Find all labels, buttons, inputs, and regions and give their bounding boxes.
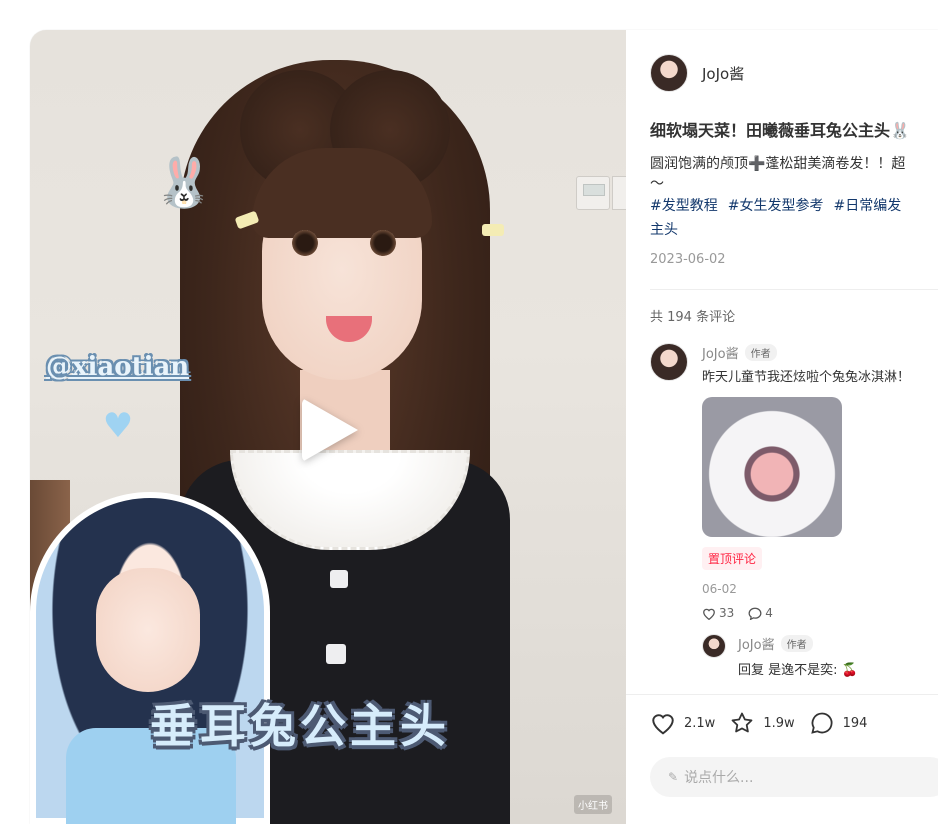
comment-item: JoJo酱 作者 昨天儿童节我还炫啦个兔兔冰淇淋！ 置顶评论 06-02 33 … — [650, 343, 938, 678]
play-icon[interactable] — [302, 398, 358, 462]
note-date: 2023-06-02 — [650, 252, 726, 267]
note-tags: #发型教程 #女生发型参考 #日常编发 主头 — [650, 194, 938, 242]
dress-button — [330, 570, 348, 588]
comment-text: 昨天儿童节我还炫啦个兔兔冰淇淋！ — [702, 370, 911, 385]
reply-author-name[interactable]: JoJo酱 — [738, 634, 775, 653]
avatar[interactable] — [650, 54, 688, 92]
engagement-stats: 2.1w 1.9w 194 — [650, 711, 881, 735]
heart-outline-icon — [652, 714, 674, 735]
inset-face — [96, 568, 200, 692]
subject-eye-left — [292, 230, 318, 256]
tag-link[interactable]: #女生发型参考 — [728, 198, 824, 214]
divider — [650, 289, 938, 290]
note-scroll-area[interactable]: 细软塌天菜！田曦薇垂耳兔公主头🐰 圆润饱满的颅顶➕蓬松甜美滴卷发！！超 ～ #发… — [650, 118, 938, 694]
comment-reply-button[interactable]: 4 — [748, 606, 773, 620]
chat-bubble-icon — [810, 712, 833, 734]
star-outline-icon — [731, 712, 753, 733]
inset-photo — [30, 492, 270, 824]
comment-actions: 33 4 — [702, 606, 938, 620]
comment-input[interactable]: ✎ 说点什么... — [650, 757, 938, 797]
pinned-badge: 置顶评论 — [702, 547, 763, 570]
comment-button[interactable]: 194 — [809, 711, 868, 735]
comment-like-button[interactable]: 33 — [702, 606, 734, 620]
reply-body: 是逸不是奕: 🍒 — [764, 663, 858, 678]
comment-like-count: 33 — [719, 606, 735, 620]
note-description-cont: ～ — [650, 176, 664, 192]
avatar[interactable] — [702, 634, 726, 658]
heart-outline-icon — [703, 608, 715, 620]
reply-author: JoJo酱 作者 — [738, 634, 938, 653]
wall-thermostat — [576, 176, 610, 210]
collect-button[interactable]: 1.9w — [729, 711, 795, 735]
dress-button — [326, 644, 346, 664]
author-info[interactable]: JoJo酱 — [650, 54, 744, 92]
author-badge: 作者 — [780, 635, 813, 652]
comment-reply-count: 4 — [765, 606, 773, 620]
tag-link[interactable]: #发型教程 — [650, 198, 718, 214]
subject-eye-right — [370, 230, 396, 256]
reply-prefix: 回复 — [738, 663, 765, 678]
note-card: 🐰 @xiaotian ♥ 垂耳兔公主头 小红书 JoJo酱 细软塌天菜！田曦薇… — [30, 30, 938, 824]
video-player[interactable]: 🐰 @xiaotian ♥ 垂耳兔公主头 小红书 — [30, 30, 626, 824]
tag-link[interactable]: 主头 — [650, 218, 938, 242]
comment-date: 06-02 — [702, 582, 737, 596]
collect-count: 1.9w — [763, 715, 795, 731]
comment-image[interactable] — [702, 397, 842, 537]
comment-count-footer: 194 — [842, 715, 868, 731]
video-title-overlay: 垂耳兔公主头 — [150, 699, 450, 753]
like-button[interactable]: 2.1w — [650, 711, 715, 735]
reply-text: 回复 是逸不是奕: 🍒 — [738, 659, 938, 678]
comment-count: 共 194 条评论 — [650, 310, 736, 325]
chat-bubble-icon — [748, 607, 762, 620]
wall-switch — [612, 176, 626, 210]
heart-emoji: ♥ — [102, 406, 134, 446]
rabbit-emoji: 🐰 — [154, 155, 214, 211]
comment-author: JoJo酱 作者 — [702, 343, 938, 362]
reply-item: JoJo酱 作者 回复 是逸不是奕: 🍒 — [702, 634, 938, 678]
author-badge: 作者 — [744, 344, 777, 361]
comment-input-placeholder: 说点什么... — [684, 770, 754, 786]
note-description: 圆润饱满的颅顶➕蓬松甜美滴卷发！！超 — [650, 156, 906, 172]
tag-link[interactable]: #日常编发 — [833, 198, 901, 214]
video-handle-text: @xiaotian — [46, 352, 190, 382]
avatar[interactable] — [650, 343, 688, 381]
hair-bow-right — [482, 224, 504, 236]
comment-author-name[interactable]: JoJo酱 — [702, 343, 739, 362]
note-title: 细软塌天菜！田曦薇垂耳兔公主头🐰 — [650, 121, 910, 140]
author-name[interactable]: JoJo酱 — [702, 63, 744, 84]
pencil-icon: ✎ — [668, 770, 679, 784]
engagement-bar: 2.1w 1.9w 194 ✎ 说点什么... — [626, 694, 938, 824]
watermark: 小红书 — [574, 795, 612, 814]
note-detail-panel: JoJo酱 细软塌天菜！田曦薇垂耳兔公主头🐰 圆润饱满的颅顶➕蓬松甜美滴卷发！！… — [626, 30, 938, 824]
like-count: 2.1w — [684, 715, 716, 731]
